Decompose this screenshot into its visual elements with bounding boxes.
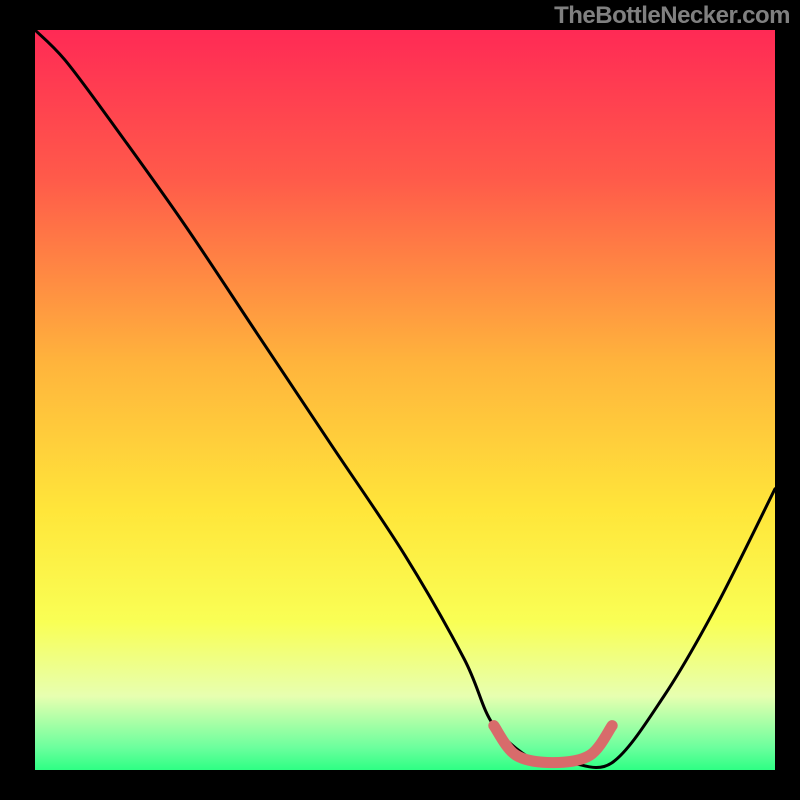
chart-container: TheBottleNecker.com	[0, 0, 800, 800]
watermark-label: TheBottleNecker.com	[554, 2, 790, 30]
gradient-background	[35, 30, 775, 770]
bottleneck-chart	[0, 0, 800, 800]
